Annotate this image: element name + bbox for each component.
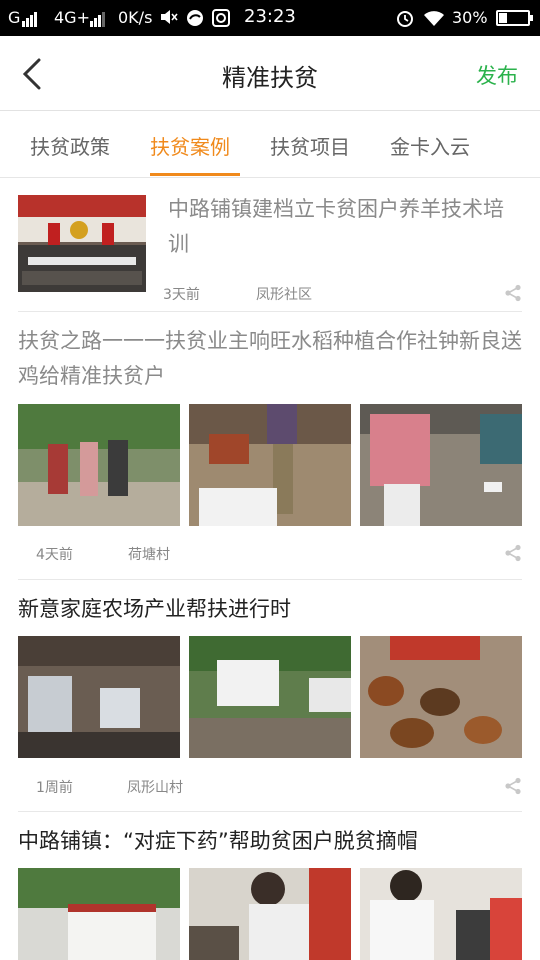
tab-poverty-projects[interactable]: 扶贫项目 [270, 131, 350, 160]
app-header: 精准扶贫 发布 [0, 36, 540, 111]
divider [18, 579, 522, 580]
article-time: 3天前 [163, 287, 200, 303]
article-location: 凤形社区 [256, 287, 312, 303]
network-label: 4G+ [54, 8, 90, 27]
battery-icon [496, 10, 533, 26]
article-image [18, 404, 180, 526]
article-title: 扶贫之路一一一扶贫业主响旺水稻种植合作社钟新良送鸡给精准扶贫户 [18, 329, 522, 388]
network-speed: 0K/s [118, 8, 153, 27]
share-icon[interactable] [504, 544, 522, 562]
tab-gold-card[interactable]: 金卡入云 [390, 131, 470, 160]
page-title: 精准扶贫 [222, 64, 318, 92]
alarm-icon [395, 9, 415, 31]
wifi-icon [423, 9, 445, 31]
battery-percent: 30% [452, 8, 488, 27]
tab-poverty-policy[interactable]: 扶贫政策 [30, 131, 110, 160]
article-image [189, 404, 351, 526]
article-image [360, 868, 522, 960]
share-icon[interactable] [504, 777, 522, 795]
article-title: 中路铺镇：“对症下药”帮助贫困户脱贫摘帽 [18, 829, 418, 853]
signal-icon [22, 9, 38, 27]
article-image [360, 636, 522, 758]
carrier-label: G [8, 8, 21, 27]
article-image [360, 404, 522, 526]
article-thumbnail [18, 195, 146, 292]
tab-poverty-cases[interactable]: 扶贫案例 [150, 131, 230, 160]
sync-icon [186, 9, 204, 31]
publish-button[interactable]: 发布 [476, 60, 518, 90]
divider [18, 311, 522, 312]
article-location: 荷塘村 [128, 547, 170, 563]
article-time: 4天前 [36, 547, 73, 563]
divider [18, 811, 522, 812]
signal-icon [90, 9, 106, 27]
article-image [189, 636, 351, 758]
active-tab-indicator [150, 173, 240, 176]
article-image [18, 868, 180, 960]
article-image [189, 868, 351, 960]
article-location: 凤形山村 [127, 780, 183, 796]
share-icon[interactable] [504, 284, 522, 302]
article-title: 新意家庭农场产业帮扶进行时 [18, 597, 291, 621]
article-time: 1周前 [36, 780, 73, 796]
clock: 23:23 [244, 6, 296, 27]
article-title: 中路铺镇建档立卡贫困户养羊技术培训 [168, 197, 504, 256]
battery-fill [499, 13, 507, 23]
mute-icon [160, 9, 178, 29]
status-bar: G 4G+ 0K/s 23:23 30% [0, 0, 540, 36]
article-image [18, 636, 180, 758]
category-tabs: 扶贫政策 扶贫案例 扶贫项目 金卡入云 [0, 111, 540, 178]
vpn-icon [212, 9, 230, 31]
